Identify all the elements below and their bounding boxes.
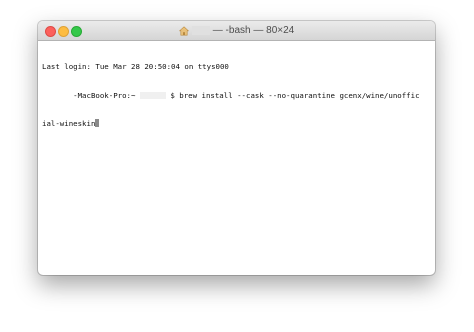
terminal-window: — -bash — 80×24 Last login: Tue Mar 28 2… (38, 21, 435, 275)
redacted-username (139, 92, 166, 99)
window-title: — -bash — 80×24 (38, 21, 435, 40)
redacted-username (191, 26, 210, 35)
terminal-content[interactable]: Last login: Tue Mar 28 20:50:04 on ttys0… (38, 41, 435, 150)
window-title-text: — -bash — 80×24 (212, 25, 295, 36)
command-line-1: -MacBook-Pro:~ $ brew install --cask --n… (42, 91, 431, 101)
command-line-2: ial-wineskin (42, 119, 431, 129)
text-cursor (95, 119, 100, 127)
command-text-2: ial-wineskin (42, 119, 96, 128)
prompt-host: -MacBook-Pro:~ (73, 90, 136, 100)
home-folder-icon (178, 25, 189, 35)
title-bar[interactable]: — -bash — 80×24 (38, 21, 435, 41)
command-text-1: $ brew install --cask --no-quarantine gc… (170, 90, 420, 100)
last-login-line: Last login: Tue Mar 28 20:50:04 on ttys0… (42, 62, 229, 71)
